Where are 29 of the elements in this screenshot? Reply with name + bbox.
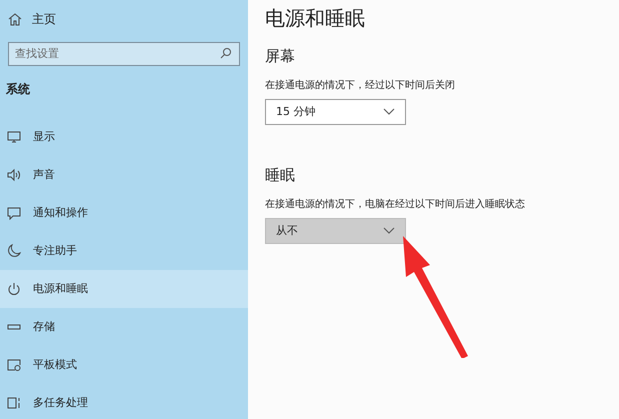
chevron-down-icon: [383, 108, 395, 116]
page-title: 电源和睡眠: [265, 5, 366, 32]
sidebar-item[interactable]: 平板模式: [0, 346, 248, 384]
chevron-down-icon: [383, 227, 395, 235]
search-field[interactable]: 查找设置: [8, 42, 240, 66]
monitor-icon: [7, 130, 21, 144]
sidebar-item[interactable]: 显示: [0, 118, 248, 156]
tablet-icon: [7, 358, 21, 372]
dropdown[interactable]: 15 分钟: [265, 99, 406, 125]
sidebar-item[interactable]: 通知和操作: [0, 194, 248, 232]
speaker-icon: [7, 168, 21, 182]
home-link[interactable]: 主页: [0, 10, 248, 28]
section-heading: 睡眠: [265, 165, 296, 185]
section-heading: 系统: [5, 81, 31, 98]
power-icon: [7, 282, 21, 296]
description: 在接通电源的情况下，经过以下时间后关闭: [265, 78, 456, 93]
message-icon: [7, 206, 21, 220]
multitask-icon: [7, 396, 21, 410]
search-icon: [220, 47, 232, 59]
section-heading: 屏幕: [265, 46, 296, 66]
sidebar-item[interactable]: 电源和睡眠: [0, 270, 248, 308]
dropdown[interactable]: 从不: [265, 218, 406, 244]
description: 在接通电源的情况下，电脑在经过以下时间后进入睡眠状态: [265, 198, 526, 212]
moon-icon: [7, 244, 21, 258]
sidebar-item[interactable]: 声音: [0, 156, 248, 194]
sidebar-item[interactable]: 多任务处理: [0, 384, 248, 419]
sidebar-item[interactable]: 专注助手: [0, 232, 248, 270]
sidebar-item[interactable]: 存储: [0, 308, 248, 346]
home-icon: [8, 12, 22, 26]
